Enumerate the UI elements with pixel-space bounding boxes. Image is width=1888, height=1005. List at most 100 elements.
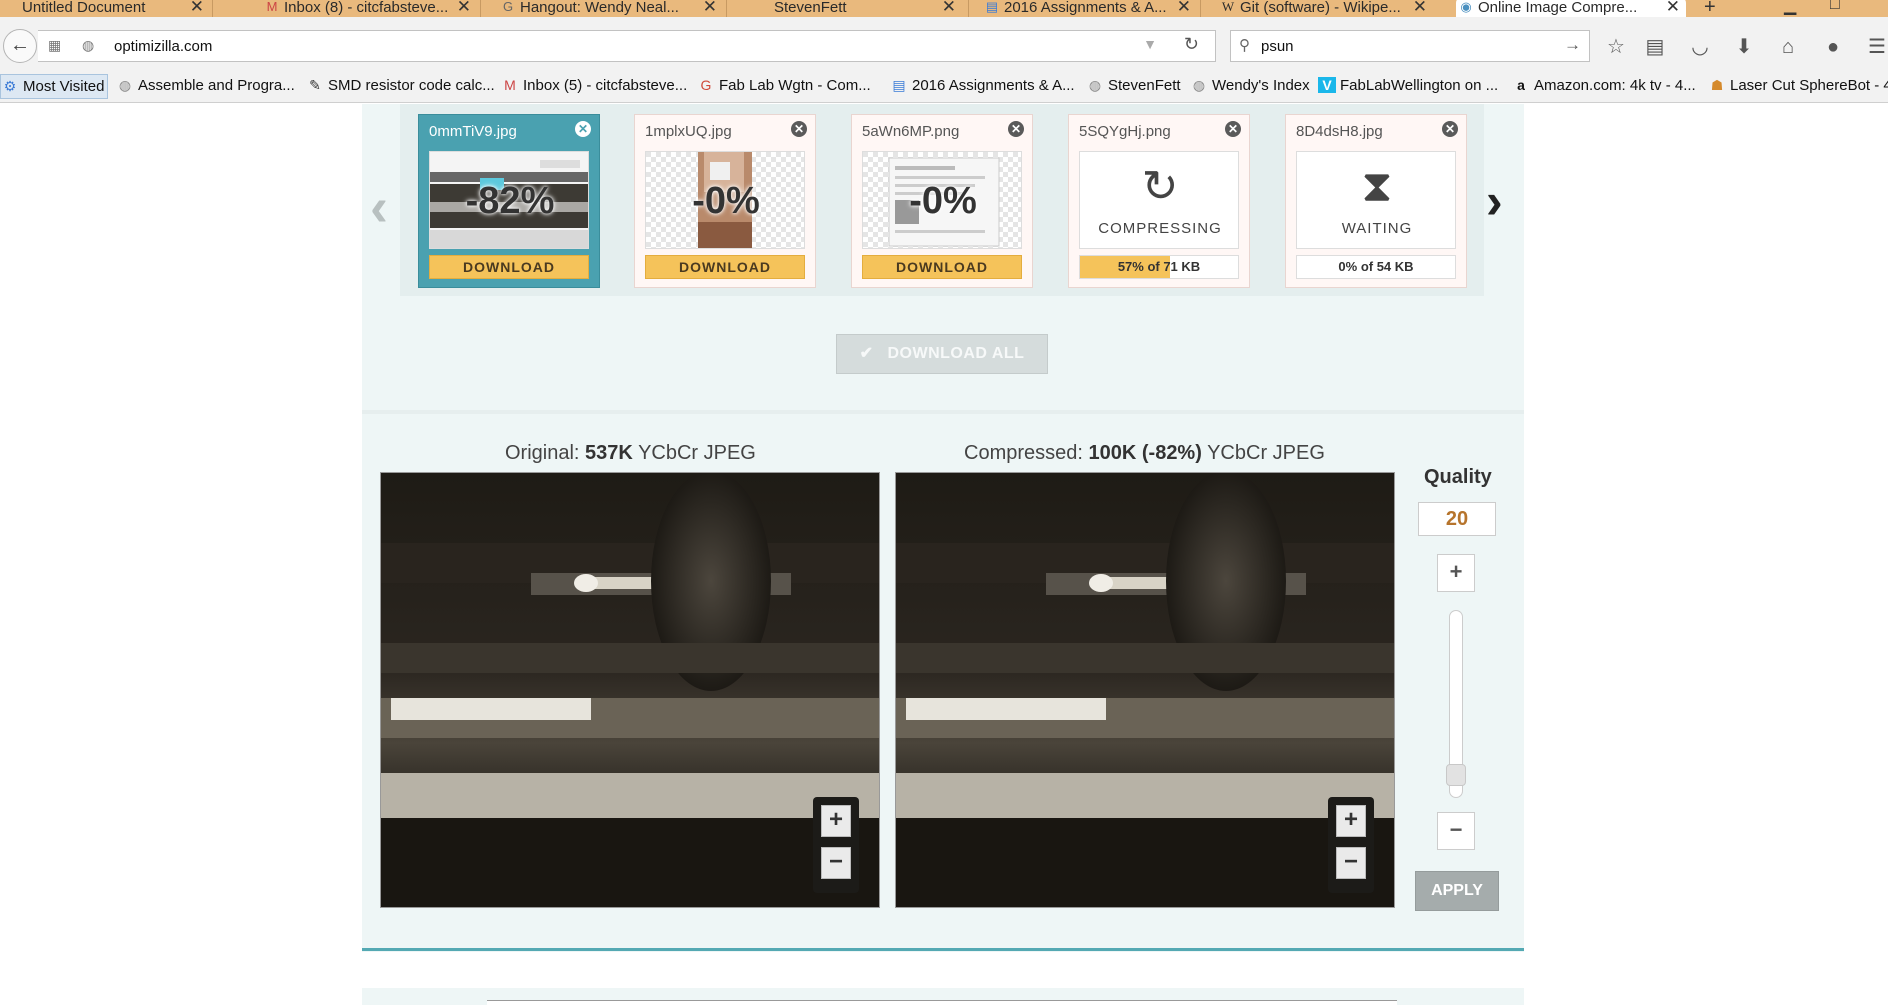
thumbnail[interactable]: -82% <box>429 151 589 249</box>
url-bar[interactable]: ▦ ◍ optimizilla.com ▼ ↻ <box>38 30 1216 62</box>
original-image-panel[interactable]: + − <box>380 472 880 908</box>
chat-icon[interactable]: ● <box>1820 35 1846 61</box>
bookmark-laser-cut-spherebot[interactable]: ☗ Laser Cut SphereBot - 4 <box>1708 77 1888 94</box>
download-button[interactable]: DOWNLOAD <box>645 255 805 279</box>
wikipedia-icon: W <box>1221 0 1235 14</box>
carousel-next-arrow-icon[interactable]: › <box>1486 172 1503 230</box>
search-go-icon[interactable]: → <box>1564 35 1581 55</box>
bookmark-wendys-index[interactable]: ◍ Wendy's Index <box>1190 77 1310 94</box>
thumbnail[interactable]: -0% <box>645 151 805 249</box>
download-all-button[interactable]: ✔ DOWNLOAD ALL <box>836 334 1048 374</box>
check-icon: ✔ <box>859 345 874 362</box>
bookmark-2016-assignments[interactable]: ▤ 2016 Assignments & A... <box>890 77 1075 94</box>
google-plus-icon: G <box>700 77 712 93</box>
tab-inbox[interactable]: M Inbox (8) - citcfabsteve... ✕ <box>262 0 477 17</box>
image-card[interactable]: 0mmTiV9.jpg ✕ -82% DOWNLOAD <box>418 114 600 288</box>
quality-decrease-button[interactable]: − <box>1437 812 1475 850</box>
tab-title: 2016 Assignments & A... <box>1004 0 1167 16</box>
bookmark-fab-lab-wgtn[interactable]: G Fab Lab Wgtn - Com... <box>697 77 871 94</box>
tab-title: Git (software) - Wikipe... <box>1240 0 1401 16</box>
zoom-in-button[interactable]: + <box>821 805 851 837</box>
url-text[interactable]: optimizilla.com <box>114 38 212 55</box>
remove-icon[interactable]: ✕ <box>791 121 807 137</box>
thumbnail[interactable]: -0% <box>862 151 1022 249</box>
compressed-caption: Compressed: 100K (-82%) YCbCr JPEG <box>964 442 1325 465</box>
globe-icon: ◍ <box>82 37 95 53</box>
close-icon[interactable]: ✕ <box>1413 0 1427 17</box>
file-name: 0mmTiV9.jpg <box>429 123 517 140</box>
bookmark-label: FabLabWellington on ... <box>1340 77 1499 94</box>
bookmark-label: Assemble and Progra... <box>138 77 295 94</box>
close-icon[interactable]: ✕ <box>190 0 204 17</box>
apply-button[interactable]: APPLY <box>1415 871 1499 911</box>
bookmark-stevenfett[interactable]: ◍ StevenFett <box>1086 77 1181 94</box>
close-icon[interactable]: ✕ <box>1177 0 1191 17</box>
search-bar[interactable]: ⚲ → <box>1230 30 1590 62</box>
bookmark-smd-resistor[interactable]: ✎ SMD resistor code calc... <box>306 77 495 94</box>
back-button[interactable]: ← <box>3 29 37 63</box>
tab-stevenfett[interactable]: StevenFett ✕ <box>752 0 962 17</box>
hourglass-icon: ⧗ <box>1361 162 1393 211</box>
menu-icon[interactable]: ☰ <box>1864 35 1888 61</box>
remove-icon[interactable]: ✕ <box>575 121 591 137</box>
page-icon <box>754 0 770 14</box>
vimeo-icon: V <box>1318 77 1336 93</box>
bookmark-label: 2016 Assignments & A... <box>912 77 1075 94</box>
remove-icon[interactable]: ✕ <box>1442 121 1458 137</box>
zoom-in-button[interactable]: + <box>1336 805 1366 837</box>
caption-prefix: Original: <box>505 442 580 464</box>
file-name: 1mplxUQ.jpg <box>645 123 732 140</box>
remove-icon[interactable]: ✕ <box>1008 121 1024 137</box>
tab-untitled-document[interactable]: Untitled Document ✕ <box>0 0 210 17</box>
carousel-prev-arrow-icon[interactable]: ‹ <box>370 176 388 238</box>
reading-list-icon[interactable]: ▤ <box>1642 35 1668 61</box>
pocket-icon[interactable]: ◡ <box>1687 35 1713 61</box>
tab-online-image-compressor[interactable]: ◉ Online Image Compre... ✕ <box>1456 0 1686 17</box>
download-button[interactable]: DOWNLOAD <box>429 255 589 279</box>
dropdown-arrow-icon[interactable]: ▼ <box>1143 36 1157 52</box>
globe-icon: ◍ <box>118 77 132 93</box>
close-icon[interactable]: ✕ <box>457 0 471 17</box>
search-input[interactable] <box>1261 36 1551 56</box>
bookmark-star-icon[interactable]: ☆ <box>1603 35 1629 61</box>
image-card[interactable]: 5aWn6MP.png ✕ -0% DOWNLOAD <box>851 114 1033 288</box>
tab-title: StevenFett <box>774 0 847 16</box>
amazon-icon: a <box>1517 77 1525 93</box>
original-image <box>381 473 879 907</box>
quality-value-field[interactable]: 20 <box>1418 502 1496 536</box>
download-icon[interactable]: ⬇ <box>1731 35 1757 61</box>
tab-hangout[interactable]: G Hangout: Wendy Neal... ✕ <box>498 0 723 17</box>
quality-increase-button[interactable]: + <box>1437 554 1475 592</box>
minimize-icon[interactable]: ▁ <box>1784 0 1796 16</box>
section-divider-accent <box>362 948 1524 951</box>
close-icon[interactable]: ✕ <box>703 0 717 17</box>
bookmark-assemble[interactable]: ◍ Assemble and Progra... <box>116 77 295 94</box>
close-icon[interactable]: ✕ <box>1666 0 1680 17</box>
close-icon[interactable]: ✕ <box>942 0 956 17</box>
section-divider <box>362 410 1524 414</box>
bookmark-inbox[interactable]: M Inbox (5) - citcfabsteve... <box>501 77 687 94</box>
zoom-out-button[interactable]: − <box>821 847 851 879</box>
tab-assignments[interactable]: ▤ 2016 Assignments & A... ✕ <box>982 0 1197 17</box>
gmail-icon: M <box>504 77 516 93</box>
page-info-icon[interactable]: ▦ <box>48 37 61 54</box>
maximize-icon[interactable]: □ <box>1830 0 1840 14</box>
google-icon: G <box>502 0 514 14</box>
bookmark-fablabwellington[interactable]: V FabLabWellington on ... <box>1318 77 1498 94</box>
image-card[interactable]: 1mplxUQ.jpg ✕ -0% DOWNLOAD <box>634 114 816 288</box>
download-button[interactable]: DOWNLOAD <box>862 255 1022 279</box>
zoom-out-button[interactable]: − <box>1336 847 1366 879</box>
bookmark-most-visited[interactable]: ⚙ Most Visited <box>0 74 109 99</box>
new-tab-button[interactable]: + <box>1704 0 1716 17</box>
status-label: COMPRESSING <box>1098 220 1222 237</box>
remove-icon[interactable]: ✕ <box>1225 121 1241 137</box>
bookmark-amazon[interactable]: a Amazon.com: 4k tv - 4... <box>1512 77 1696 94</box>
compressed-image-panel[interactable]: + − <box>895 472 1395 908</box>
tab-git-wikipedia[interactable]: W Git (software) - Wikipe... ✕ <box>1218 0 1433 17</box>
home-icon[interactable]: ⌂ <box>1775 35 1801 61</box>
file-name: 5SQYgHj.png <box>1079 123 1171 140</box>
download-all-label: DOWNLOAD ALL <box>887 345 1025 362</box>
reload-icon[interactable]: ↻ <box>1184 34 1199 55</box>
quality-slider-handle[interactable] <box>1446 764 1466 786</box>
caption-prefix: Compressed: <box>964 442 1083 464</box>
